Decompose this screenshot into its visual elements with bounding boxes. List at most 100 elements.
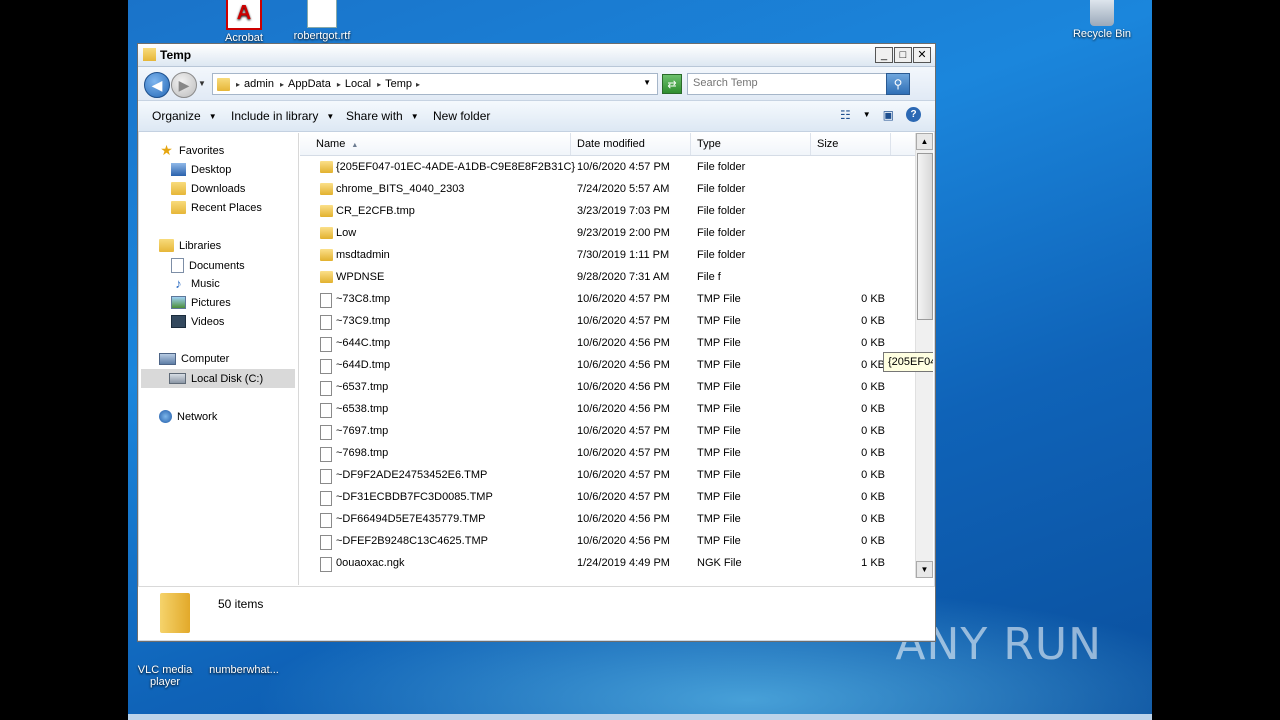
file-date: 10/6/2020 4:56 PM <box>577 403 670 415</box>
nav-computer[interactable]: Computer <box>159 353 229 365</box>
breadcrumb-item-local[interactable]: ▸ Local <box>337 78 371 90</box>
chevron-right-icon: ▸ <box>279 79 284 89</box>
file-type: TMP File <box>697 447 741 459</box>
desktop-icon <box>171 163 186 176</box>
breadcrumb-label: Local <box>344 78 372 90</box>
file-row[interactable]: ~DFEF2B9248C13C4625.TMP 10/6/2020 4:56 PM… <box>300 531 915 553</box>
details-pane: 50 items <box>138 586 935 640</box>
refresh-button[interactable]: ⇄ <box>662 74 682 94</box>
nav-videos[interactable]: Videos <box>171 315 224 328</box>
nav-documents[interactable]: Documents <box>171 258 245 273</box>
nav-label: Libraries <box>179 239 222 252</box>
file-row[interactable]: ~644D.tmp 10/6/2020 4:56 PM TMP File 0 KB <box>300 355 915 377</box>
desktop-icon-recycle-bin[interactable]: Recycle Bin <box>1062 0 1142 40</box>
file-row[interactable]: ~7697.tmp 10/6/2020 4:57 PM TMP File 0 KB <box>300 421 915 443</box>
breadcrumb-item-appdata[interactable]: ▸ AppData <box>280 78 331 90</box>
file-icon <box>320 469 332 484</box>
breadcrumb[interactable]: ▸ admin ▸ AppData ▸ Local ▸ Temp ▸ ▼ <box>212 73 658 95</box>
chevron-down-icon[interactable]: ▼ <box>863 110 871 119</box>
close-button[interactable]: ✕ <box>913 47 931 63</box>
file-date: 9/23/2019 2:00 PM <box>577 227 670 239</box>
refresh-icon: ⇄ <box>667 78 677 91</box>
file-date: 10/6/2020 4:56 PM <box>577 513 670 525</box>
file-size: 0 KB <box>861 315 885 327</box>
desktop-icon-numberwhat[interactable]: numberwhat... <box>204 640 284 676</box>
nav-favorites[interactable]: ★ Favorites <box>159 143 224 157</box>
explorer-window: Temp _ □ ✕ ◀ ▶ ▼ ▸ admin ▸ AppData ▸ Local … <box>137 43 936 642</box>
forward-button[interactable]: ▶ <box>171 72 197 98</box>
minimize-button[interactable]: _ <box>875 47 893 63</box>
desktop-icon-vlc[interactable]: VLC media player <box>128 640 205 688</box>
nav-recent-places[interactable]: Recent Places <box>171 201 262 214</box>
file-date: 3/23/2019 7:03 PM <box>577 205 670 217</box>
scroll-up-icon[interactable]: ▲ <box>916 133 933 150</box>
scrollbar-thumb[interactable] <box>917 153 933 320</box>
file-row[interactable]: ~7698.tmp 10/6/2020 4:57 PM TMP File 0 KB <box>300 443 915 465</box>
item-count: 50 items <box>218 597 264 611</box>
file-row[interactable]: WPDNSE 9/28/2020 7:31 AM File f <box>300 267 915 289</box>
scroll-down-icon[interactable]: ▼ <box>916 561 933 578</box>
folder-icon <box>143 48 156 61</box>
file-row[interactable]: ~6538.tmp 10/6/2020 4:56 PM TMP File 0 KB <box>300 399 915 421</box>
file-row[interactable]: Low 9/23/2019 2:00 PM File folder <box>300 223 915 245</box>
file-date: 10/6/2020 4:57 PM <box>577 293 670 305</box>
desktop-icon-acrobat[interactable]: A Acrobat <box>204 0 284 44</box>
nav-network[interactable]: Network <box>159 410 217 423</box>
file-row[interactable]: {205EF047-01EC-4ADE-A1DB-C9E8E8F2B31C} 10… <box>300 157 915 179</box>
file-type: File f <box>697 271 721 283</box>
nav-music[interactable]: ♪ Music <box>171 277 219 290</box>
desktop-icon-robertgot[interactable]: robertgot.rtf <box>282 0 362 42</box>
pictures-icon <box>171 296 186 309</box>
file-row[interactable]: CR_E2CFB.tmp 3/23/2019 7:03 PM File folder <box>300 201 915 223</box>
maximize-button[interactable]: □ <box>894 47 912 63</box>
back-button[interactable]: ◀ <box>144 72 170 98</box>
file-row[interactable]: chrome_BITS_4040_2303 7/24/2020 5:57 AM Fi… <box>300 179 915 201</box>
nav-pictures[interactable]: Pictures <box>171 296 231 309</box>
command-bar: Organize ▼ Include in library ▼ Share with… <box>138 101 935 132</box>
file-row[interactable]: msdtadmin 7/30/2019 1:11 PM File folder <box>300 245 915 267</box>
file-name: ~6537.tmp <box>336 381 389 393</box>
breadcrumb-label: AppData <box>288 78 331 90</box>
nav-local-disk[interactable]: Local Disk (C:) <box>141 369 295 388</box>
file-row[interactable]: ~644C.tmp 10/6/2020 4:56 PM TMP File 0 KB <box>300 333 915 355</box>
change-view-icon[interactable]: ☷ <box>840 108 851 122</box>
file-date: 10/6/2020 4:57 PM <box>577 469 670 481</box>
view-controls: ☷ ▼ ▣ ? <box>840 107 921 122</box>
new-folder-button[interactable]: New folder <box>433 109 490 123</box>
organize-button[interactable]: Organize ▼ <box>152 109 217 123</box>
nav-libraries[interactable]: Libraries <box>159 239 221 252</box>
column-headers: Name ▲ Date modified Type Size <box>300 133 915 156</box>
desktop-icon-label: robertgot.rtf <box>293 30 351 42</box>
chevron-down-icon[interactable]: ▼ <box>643 78 651 87</box>
column-header-type[interactable]: Type <box>691 133 811 155</box>
desktop-icon-label: VLC media player <box>137 664 193 688</box>
file-row[interactable]: ~DF9F2ADE24753452E6.TMP 10/6/2020 4:57 PM… <box>300 465 915 487</box>
recent-places-icon <box>171 201 186 214</box>
file-row[interactable]: 0ouaoxac.ngk 1/24/2019 4:49 PM NGK File 1 K… <box>300 553 915 575</box>
include-in-library-button[interactable]: Include in library ▼ <box>231 109 334 123</box>
nav-downloads[interactable]: Downloads <box>171 182 245 195</box>
title-bar[interactable]: Temp _ □ ✕ <box>138 44 935 67</box>
share-with-button[interactable]: Share with ▼ <box>346 109 419 123</box>
column-header-name[interactable]: Name ▲ <box>300 133 571 155</box>
file-row[interactable]: ~DF31ECBDB7FC3D0085.TMP 10/6/2020 4:57 PM… <box>300 487 915 509</box>
organize-label: Organize <box>152 109 201 123</box>
breadcrumb-item-temp[interactable]: ▸ Temp ▸ <box>377 78 420 90</box>
search-icon[interactable]: ⚲ <box>886 73 910 95</box>
help-icon[interactable]: ? <box>906 107 921 122</box>
file-name: ~DF66494D5E7E435779.TMP <box>336 513 486 525</box>
file-row[interactable]: ~DF66494D5E7E435779.TMP 10/6/2020 4:56 PM… <box>300 509 915 531</box>
search-input[interactable] <box>693 77 883 89</box>
nav-desktop[interactable]: Desktop <box>171 163 231 176</box>
file-list: Name ▲ Date modified Type Size {205EF047-… <box>300 133 933 585</box>
preview-pane-icon[interactable]: ▣ <box>883 108 894 122</box>
file-row[interactable]: ~73C8.tmp 10/6/2020 4:57 PM TMP File 0 KB <box>300 289 915 311</box>
column-header-date[interactable]: Date modified <box>571 133 691 155</box>
documents-icon <box>171 258 184 273</box>
file-row[interactable]: ~73C9.tmp 10/6/2020 4:57 PM TMP File 0 KB <box>300 311 915 333</box>
recent-pages-dropdown[interactable]: ▼ <box>198 79 206 88</box>
file-row[interactable]: ~6537.tmp 10/6/2020 4:56 PM TMP File 0 KB <box>300 377 915 399</box>
acrobat-icon: A <box>226 0 262 30</box>
breadcrumb-item-admin[interactable]: ▸ admin <box>236 78 274 90</box>
column-header-size[interactable]: Size <box>811 133 891 155</box>
